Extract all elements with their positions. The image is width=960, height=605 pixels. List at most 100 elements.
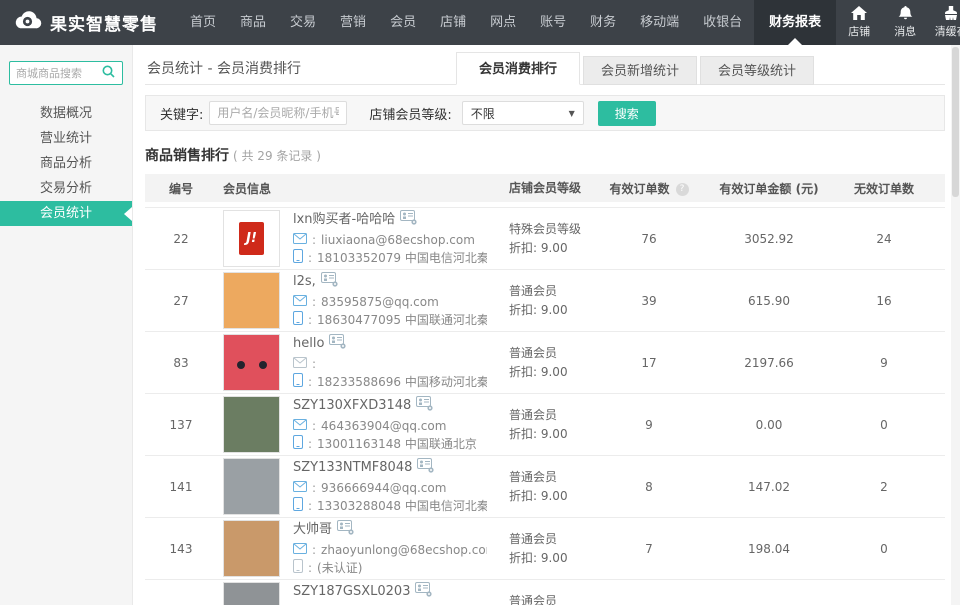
invalid-orders: 0 (839, 542, 929, 556)
grade-select[interactable]: 不限 ▼ (462, 101, 584, 125)
grade-select-value: 不限 (471, 105, 495, 122)
table-row: 22 J! lxn购买者-哈哈哈 :liuxiaona@68ecshop.com… (145, 208, 945, 270)
header-invalid-orders: 无效订单数 (839, 180, 929, 197)
nav-item-account[interactable]: 账号 (528, 0, 578, 45)
mail-icon (293, 294, 307, 311)
mail-icon (293, 480, 307, 497)
valid-amount: 2197.66 (699, 356, 839, 370)
nav-item-member[interactable]: 会员 (378, 0, 428, 45)
breadcrumb: 会员统计 - 会员消费排行 (147, 58, 301, 78)
shop-tool[interactable]: 店铺 (836, 0, 882, 45)
member-grade: 普通会员 (509, 468, 599, 487)
nav-item-goods[interactable]: 商品 (228, 0, 278, 45)
member-grade: 普通会员 (509, 406, 599, 425)
chevron-down-icon: ▼ (569, 109, 575, 118)
top-nav-tools: 店铺 消息 清缓存 (836, 0, 960, 45)
valid-orders: 39 (599, 294, 699, 308)
member-avatar (223, 334, 280, 391)
member-grade: 普通会员 (509, 282, 599, 301)
clear-cache-tool-label: 清缓存 (935, 23, 960, 39)
sidebar-search-box (9, 61, 123, 85)
sidebar-item-business-stats[interactable]: 营业统计 (0, 126, 132, 151)
tabs: 会员消费排行 会员新增统计 会员等级统计 (453, 52, 814, 85)
tab-new-members[interactable]: 会员新增统计 (583, 56, 697, 85)
header-id: 编号 (145, 180, 217, 197)
id-card-icon[interactable] (415, 582, 433, 602)
member-discount: 折扣: 9.00 (509, 487, 599, 506)
top-navbar: 果实智慧零售 首页 商品 交易 营销 会员 店铺 网点 账号 财务 移动端 收银… (0, 0, 960, 45)
scrollbar-thumb[interactable] (952, 47, 959, 197)
valid-orders: 17 (599, 356, 699, 370)
member-name: 大帅哥 (293, 521, 332, 538)
table-row: 141 SZY133NTMF8048 :936666944@qq.com :13… (145, 456, 945, 518)
grade-filter-label: 店铺会员等级: (369, 104, 451, 123)
member-avatar (223, 396, 280, 453)
help-icon[interactable]: ? (676, 183, 689, 196)
table-row: 83 hello : :18233588696 中国移动河北秦皇岛 普通会员折扣… (145, 332, 945, 394)
member-grade: 普通会员 (509, 592, 599, 605)
page-scrollbar[interactable] (951, 45, 960, 605)
avatar-face (237, 361, 245, 369)
id-card-icon[interactable] (321, 272, 339, 292)
sidebar-item-trade-analysis[interactable]: 交易分析 (0, 176, 132, 201)
keyword-input[interactable] (209, 101, 347, 125)
sidebar-item-member-stats[interactable]: 会员统计 (0, 201, 132, 226)
bell-icon (898, 6, 913, 20)
member-phone: 18630477095 中国联通河北秦皇岛 (317, 312, 487, 329)
id-card-icon[interactable] (417, 458, 435, 478)
search-icon[interactable] (102, 65, 115, 81)
nav-item-home[interactable]: 首页 (178, 0, 228, 45)
sidebar-search-input[interactable] (16, 67, 98, 80)
nav-item-marketing[interactable]: 营销 (328, 0, 378, 45)
invalid-orders: 9 (839, 356, 929, 370)
member-phone: (未认证) (317, 560, 362, 577)
shop-tool-label: 店铺 (848, 23, 870, 39)
avatar-logo: J! (239, 222, 264, 255)
member-name: lxn购买者-哈哈哈 (293, 211, 395, 228)
table-header: 编号 会员信息 店铺会员等级 有效订单数? 有效订单金额 (元) 无效订单数 (145, 174, 945, 202)
brand-name: 果实智慧零售 (50, 10, 158, 35)
nav-item-cashier[interactable]: 收银台 (691, 0, 754, 45)
valid-orders: 7 (599, 542, 699, 556)
sidebar-item-goods-analysis[interactable]: 商品分析 (0, 151, 132, 176)
nav-item-finance-report[interactable]: 财务报表 (754, 0, 836, 45)
nav-item-mobile[interactable]: 移动端 (628, 0, 691, 45)
member-name: l2s, (293, 273, 316, 290)
member-grade: 普通会员 (509, 530, 599, 549)
sidebar-menu: 数据概况 营业统计 商品分析 交易分析 会员统计 (0, 101, 132, 226)
nav-item-finance[interactable]: 财务 (578, 0, 628, 45)
id-card-icon[interactable] (329, 334, 347, 354)
mail-icon (293, 232, 307, 249)
tab-member-grade[interactable]: 会员等级统计 (700, 56, 814, 85)
valid-amount: 198.04 (699, 542, 839, 556)
member-phone: 13303288048 中国电信河北秦皇岛 (317, 498, 487, 515)
nav-item-trade[interactable]: 交易 (278, 0, 328, 45)
sidebar-item-data-overview[interactable]: 数据概况 (0, 101, 132, 126)
home-icon (851, 6, 867, 20)
id-card-icon[interactable] (337, 520, 355, 540)
brand-logo[interactable]: 果实智慧零售 (0, 0, 178, 45)
header-valid-orders: 有效订单数? (599, 180, 699, 197)
clear-cache-tool[interactable]: 清缓存 (928, 0, 960, 45)
nav-item-shop[interactable]: 店铺 (428, 0, 478, 45)
member-discount: 折扣: 9.00 (509, 363, 599, 382)
mail-icon (293, 542, 307, 559)
invalid-orders: 24 (839, 232, 929, 246)
tab-consume-rank[interactable]: 会员消费排行 (456, 52, 580, 85)
messages-tool[interactable]: 消息 (882, 0, 928, 45)
table-row: 143 大帅哥 :zhaoyunlong@68ecshop.com :(未认证)… (145, 518, 945, 580)
table-title: 商品销售排行( 共 29 条记录 ) (145, 145, 945, 165)
valid-orders: 8 (599, 480, 699, 494)
id-card-icon[interactable] (400, 210, 418, 230)
member-discount: 折扣: 9.00 (509, 425, 599, 444)
member-discount: 折扣: 9.00 (509, 301, 599, 320)
mail-icon (293, 418, 307, 435)
table-row: 137 SZY130XFXD3148 :464363904@qq.com :13… (145, 394, 945, 456)
search-button[interactable]: 搜索 (598, 101, 656, 126)
main-content: 会员统计 - 会员消费排行 会员消费排行 会员新增统计 会员等级统计 关键字: … (133, 45, 960, 605)
phone-icon (293, 249, 303, 268)
nav-item-site[interactable]: 网点 (478, 0, 528, 45)
member-phone: 18103352079 中国电信河北秦皇岛 (317, 250, 487, 267)
id-card-icon[interactable] (416, 396, 434, 416)
valid-orders: 76 (599, 232, 699, 246)
